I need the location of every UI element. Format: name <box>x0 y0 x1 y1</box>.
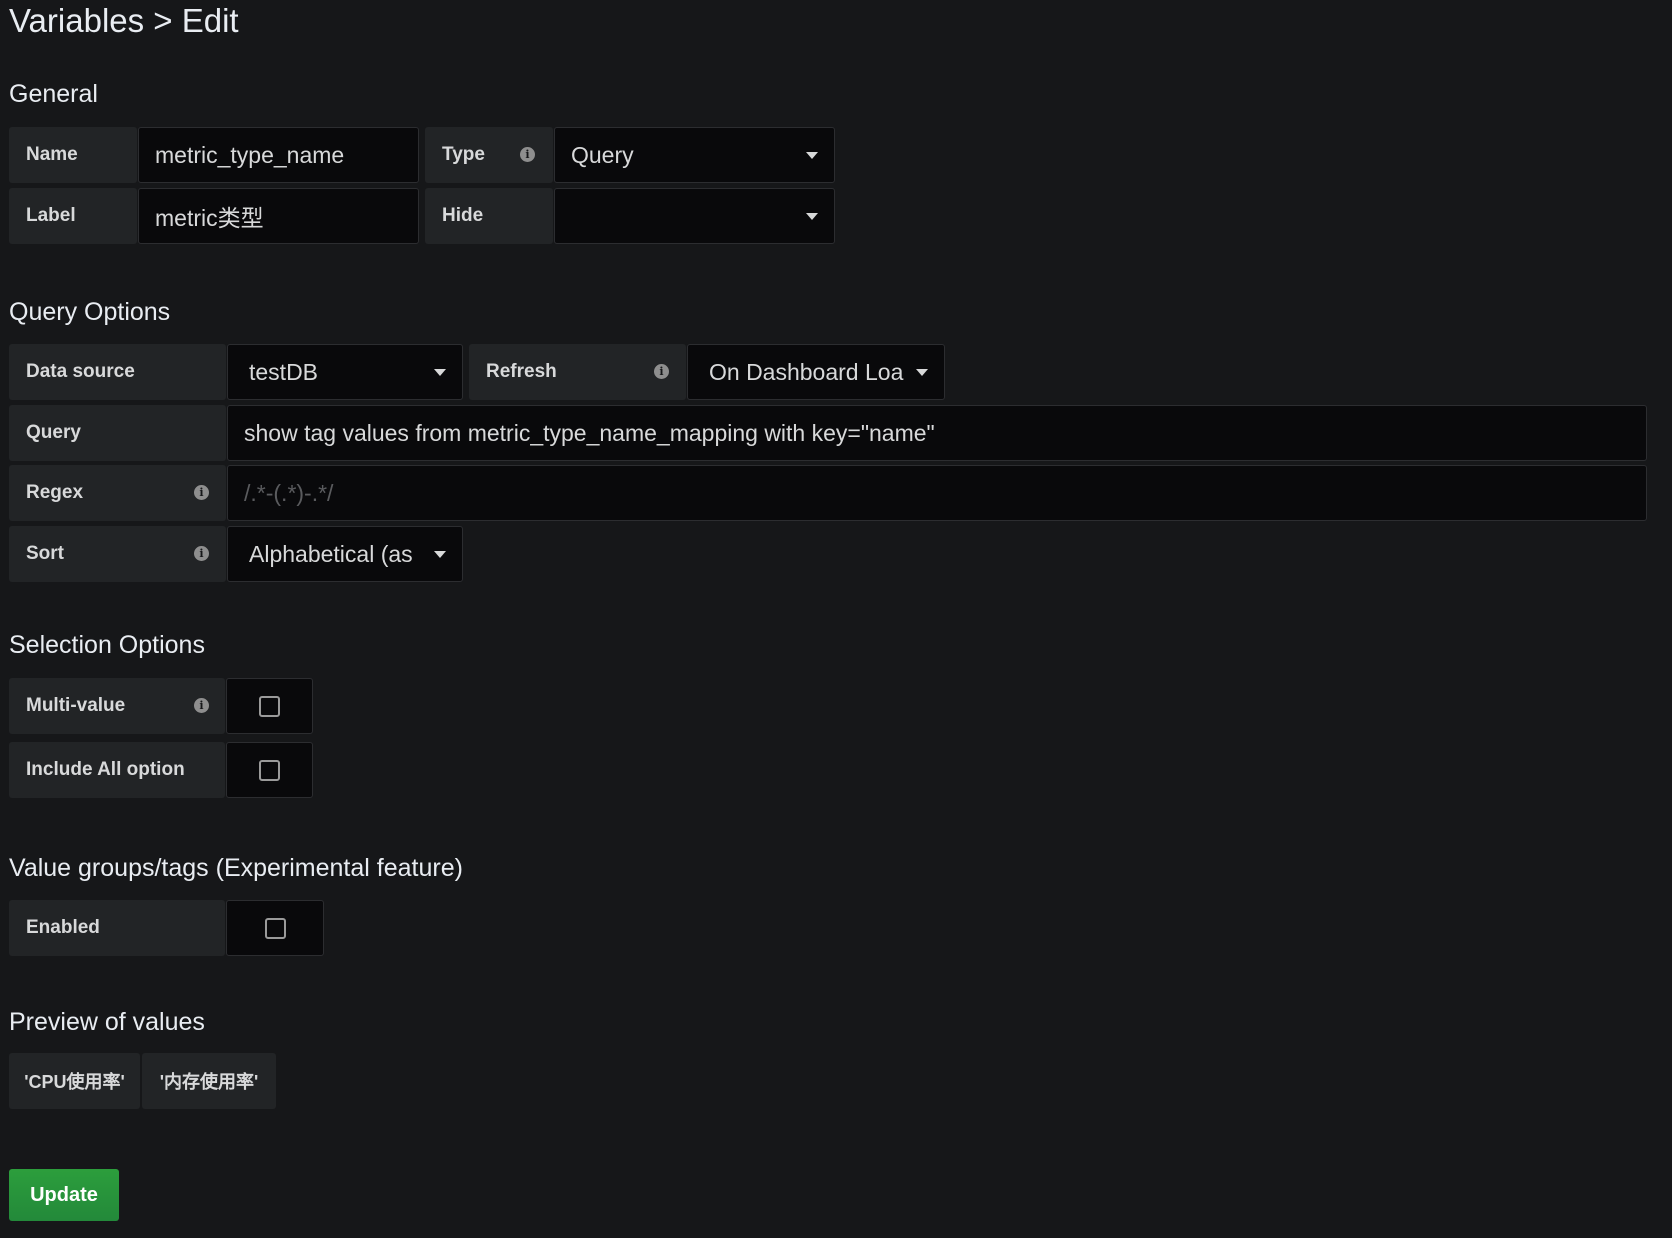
update-button[interactable]: Update <box>9 1169 119 1221</box>
datasource-select[interactable]: testDB <box>227 344 463 400</box>
type-label: Type i <box>425 127 553 183</box>
include-all-checkbox-cell <box>226 742 313 798</box>
type-select[interactable]: Query <box>554 127 835 183</box>
enabled-checkbox-cell <box>226 900 324 956</box>
type-label-text: Type <box>442 144 485 165</box>
refresh-label: Refresh i <box>469 344 686 400</box>
info-icon[interactable]: i <box>194 485 209 500</box>
caret-down-icon <box>916 369 928 376</box>
sort-label: Sort i <box>9 526 226 582</box>
include-all-checkbox[interactable] <box>259 759 280 781</box>
regex-placeholder: /.*-(.*)-.*/ <box>244 479 334 506</box>
enabled-checkbox[interactable] <box>264 917 286 939</box>
general-section-title: General <box>9 80 98 108</box>
refresh-select[interactable]: On Dashboard Loa <box>687 344 945 400</box>
variable-editor-page: Variables > Edit General Name metric_typ… <box>0 0 1672 1238</box>
label-input[interactable]: metric类型 <box>138 188 419 244</box>
caret-down-icon <box>434 369 446 376</box>
value-groups-section-title: Value groups/tags (Experimental feature) <box>9 854 463 882</box>
datasource-label: Data source <box>9 344 226 400</box>
preview-value: 'CPU使用率' <box>9 1053 140 1109</box>
multi-value-label: Multi-value i <box>9 678 225 734</box>
page-title: Variables > Edit <box>9 2 239 39</box>
multi-value-checkbox-cell <box>226 678 313 734</box>
include-all-label: Include All option <box>9 742 225 798</box>
caret-down-icon <box>806 152 818 159</box>
datasource-select-value: testDB <box>249 358 319 385</box>
info-icon[interactable]: i <box>520 147 535 162</box>
refresh-label-text: Refresh <box>486 361 557 382</box>
refresh-select-value: On Dashboard Loa <box>709 358 904 385</box>
regex-label: Regex i <box>9 465 226 521</box>
hide-select[interactable] <box>554 188 835 244</box>
sort-select[interactable]: Alphabetical (as <box>227 526 463 582</box>
enabled-label: Enabled <box>9 900 225 956</box>
sort-label-text: Sort <box>26 543 64 564</box>
label-label: Label <box>9 188 137 244</box>
caret-down-icon <box>434 551 446 558</box>
multi-value-label-text: Multi-value <box>26 695 126 716</box>
multi-value-checkbox[interactable] <box>259 695 280 717</box>
regex-label-text: Regex <box>26 482 84 503</box>
info-icon[interactable]: i <box>654 364 669 379</box>
sort-select-value: Alphabetical (as <box>249 540 413 567</box>
query-options-section-title: Query Options <box>9 298 171 326</box>
selection-options-section-title: Selection Options <box>9 631 205 659</box>
info-icon[interactable]: i <box>194 546 209 561</box>
name-input[interactable]: metric_type_name <box>138 127 419 183</box>
query-input[interactable]: show tag values from metric_type_name_ma… <box>227 405 1647 461</box>
regex-input[interactable]: /.*-(.*)-.*/ <box>227 465 1647 521</box>
hide-label: Hide <box>425 188 553 244</box>
caret-down-icon <box>806 213 818 220</box>
preview-section-title: Preview of values <box>9 1008 205 1036</box>
query-label: Query <box>9 405 226 461</box>
preview-value: '内存使用率' <box>142 1053 276 1109</box>
info-icon[interactable]: i <box>194 698 209 713</box>
type-select-value: Query <box>571 141 634 168</box>
name-label: Name <box>9 127 137 183</box>
